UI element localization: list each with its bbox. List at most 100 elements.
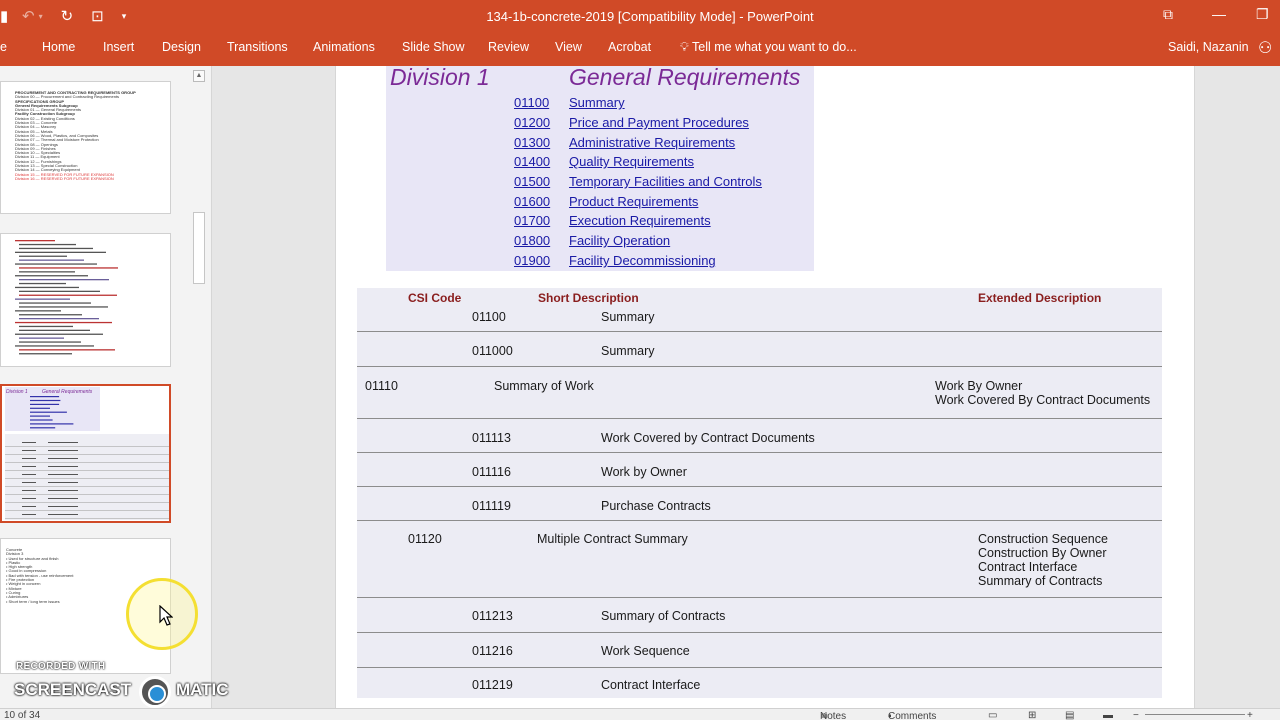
thumbnail-row-code [22,458,36,459]
division-number: Division 1 [390,66,490,90]
thumbnail-text: Concrete Division 3 • Used for structure a… [6,547,73,604]
row-short-description: Summary of Work [494,379,594,393]
thumbnail-row-divider [5,494,169,495]
thumbnail-row-desc [48,474,78,475]
table-row: 011119 Purchase Contracts [357,487,1162,521]
column-header-csi-code: CSI Code [408,291,462,305]
mouse-pointer-icon [159,605,173,626]
thumbnail-line [19,282,66,285]
thumbnail-line [19,255,67,257]
table-row: 011213 Summary of Contracts [357,598,1162,633]
normal-view-icon[interactable]: ▭ [988,710,997,720]
thumbnail-text: PROCUREMENT AND CONTRACTING REQUIREMENTS… [15,90,136,181]
tab-acrobat[interactable]: Acrobat [608,40,651,54]
thumbnail-line [19,353,72,355]
thumbnail-line [15,333,103,335]
ribbon-display-options-icon[interactable]: ⧉ [1163,6,1173,23]
tab-view[interactable]: View [555,40,582,54]
thumbnail-line [19,247,93,250]
slide-sorter-icon[interactable]: ⊞ [1028,710,1036,720]
thumbnail-line [19,267,118,269]
thumbnail-row-code [22,514,36,515]
scroll-up-icon[interactable]: ▲ [193,70,205,82]
share-icon[interactable]: ⚇ [1258,38,1272,58]
thumbnail-line [19,314,82,316]
thumbnail-line [19,337,64,339]
user-name[interactable]: Saidi, Nazanin [1168,40,1249,54]
zoom-out-icon[interactable]: − [1133,710,1139,720]
thumbnail-row-code [22,506,36,507]
thumbnail-link-line [30,403,60,405]
recorded-with-label: RECORDED WITH [16,661,106,672]
ribbon-tabs: e Home Insert Design Transitions Animati… [0,32,1280,66]
thumbnail-line [15,310,61,312]
minimize-icon[interactable]: — [1212,6,1226,22]
thumbnail-row-divider [5,478,169,479]
slide-thumbnail-9[interactable]: Division 1 General Requirements [0,384,171,523]
thumbnail-link-line [30,415,50,417]
thumbnail-row-code [22,490,36,491]
thumbnail-line [19,290,100,292]
thumbnail-line: Division 16 — RESERVED FOR FUTURE EXPANS… [15,175,114,181]
csi-code-table: CSI Code Short Description Extended Desc… [357,288,1162,698]
tab-insert[interactable]: Insert [103,40,134,54]
scrollbar-thumb[interactable] [193,212,205,284]
restore-icon[interactable]: ❐ [1256,6,1269,23]
reading-view-icon[interactable]: ▤ [1065,710,1074,720]
slide-counter[interactable]: 10 of 34 [4,710,40,720]
row-short-description: Multiple Contract Summary [537,532,688,546]
thumbnail-row-divider [5,454,169,455]
slide-show-icon[interactable]: ▬ [1103,710,1113,720]
row-code: 011213 [472,609,513,623]
thumbnail-link-line [30,427,56,429]
slide-canvas[interactable]: Division 1 General Requirements 01100 Sum… [335,66,1195,708]
row-short-description: Summary of Contracts [601,609,726,623]
tab-animations[interactable]: Animations [313,40,375,54]
tab-home[interactable]: Home [42,40,75,54]
table-row: 01100 Summary [357,305,1162,332]
thumbnail-line [15,251,106,253]
thumbnail-row-code [22,450,36,451]
thumbnail-line [19,329,90,331]
tell-me-search[interactable]: 💡︎ Tell me what you want to do... [680,40,857,55]
slide-thumbnail-8[interactable] [0,233,171,367]
thumbnail-line [19,306,108,308]
window-title: 134-1b-concrete-2019 [Compatibility Mode… [486,9,814,24]
slide-thumbnail-7[interactable]: PROCUREMENT AND CONTRACTING REQUIREMENTS… [0,81,171,214]
tab-slide-show[interactable]: Slide Show [402,40,465,54]
tab-file[interactable]: e [0,40,7,54]
table-row: 011000 Summary [357,332,1162,367]
thumbnail-row-code [22,498,36,499]
thumbnail-row-desc [48,466,78,467]
thumbnail-row-code [22,442,36,443]
thumbnail-line [15,298,70,300]
thumbnail-line [19,294,117,296]
row-short-description: Contract Interface [601,678,701,692]
thumbnail-line [19,279,109,281]
thumbnail-line [19,302,91,304]
tab-design[interactable]: Design [162,40,201,54]
thumbnail-row-desc [48,506,78,507]
row-short-description: Summary [601,310,655,324]
matic-label: MATIC [176,680,229,699]
row-code: 011216 [472,644,513,658]
division-title: General Requirements [569,66,801,90]
title-bar: ▮ ↶ ▾ ↻ ⊡ ▾ 134-1b-concrete-2019 [Compat… [0,0,1280,32]
row-short-description: Work Covered by Contract Documents [601,431,815,445]
row-extended-description: Construction Sequence Construction By Ow… [978,532,1108,588]
thumbnail-row-desc [48,442,78,443]
screencast-label: SCREENCAST [14,680,132,699]
tab-transitions[interactable]: Transitions [227,40,288,54]
thumbnail-row-divider [5,518,169,519]
row-code: 01120 [408,532,442,546]
thumbnail-row-code [22,474,36,475]
zoom-in-icon[interactable]: + [1247,710,1253,720]
tab-review[interactable]: Review [488,40,529,54]
thumbnail-row-divider [5,502,169,503]
thumbnail-row-desc [48,498,78,499]
row-code: 011116 [472,465,511,479]
zoom-slider[interactable] [1145,714,1245,715]
thumbnail-line [19,325,73,328]
row-short-description: Work Sequence [601,644,690,658]
slide-editing-area: Division 1 General Requirements 01100 Sum… [212,66,1280,708]
